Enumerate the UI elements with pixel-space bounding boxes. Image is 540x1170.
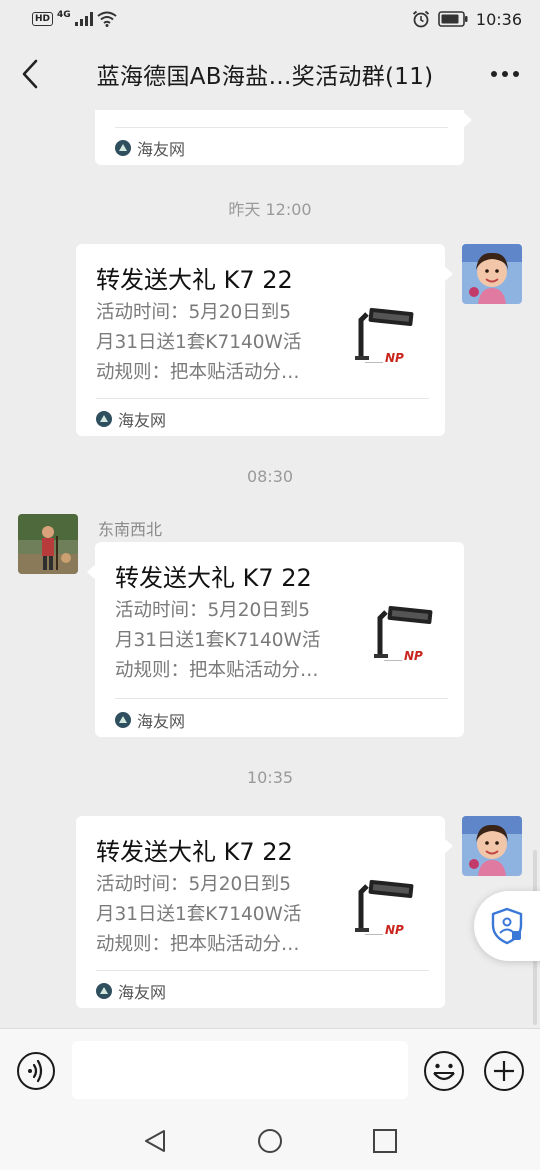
card-divider — [96, 970, 429, 971]
card-divider — [96, 398, 429, 399]
link-card[interactable]: 转发送大礼 K7 22 活动时间：5月20日到5 月31日送1套K7140W活 … — [76, 816, 453, 1008]
nav-home-button[interactable] — [255, 1126, 285, 1156]
card-title: 转发送大礼 K7 22 — [96, 266, 293, 294]
chat-title: 蓝海德国AB海盐…奖活动群(11) — [96, 64, 434, 90]
message-input[interactable] — [72, 1041, 408, 1099]
girl-portrait-image — [462, 244, 522, 304]
source-logo-icon — [115, 140, 131, 156]
message-list[interactable]: 海友网 昨天 12:00 转发送大礼 K7 22 活动时间：5月20日到5 月3… — [0, 110, 540, 1028]
source-logo-icon — [96, 983, 112, 999]
nav-back-button[interactable] — [140, 1126, 170, 1156]
card-desc-line: 月31日送1套K7140W活 — [96, 904, 302, 925]
link-card[interactable]: 转发送大礼 K7 22 活动时间：5月20日到5 月31日送1套K7140W活 … — [76, 244, 453, 436]
hd-badge: HD — [32, 12, 54, 26]
avatar-self[interactable] — [462, 816, 522, 876]
nav-recents-button[interactable] — [370, 1126, 400, 1156]
aquarium-light-image: NP — [374, 605, 433, 663]
security-float-button[interactable] — [474, 891, 540, 961]
card-source: 海友网 — [96, 979, 166, 1003]
girl-portrait-image — [462, 816, 522, 876]
card-desc-line: 动规则：把本贴活动分… — [96, 934, 300, 955]
card-description: 活动时间：5月20日到5 月31日送1套K7140W活 动规则：把本贴活动分… — [96, 870, 328, 960]
card-source-label: 海友网 — [137, 140, 186, 159]
more-dots-icon — [491, 71, 519, 77]
triangle-back-icon — [145, 1130, 165, 1152]
status-left: HD 4G — [32, 10, 117, 27]
more-button[interactable] — [470, 38, 540, 110]
source-logo-icon — [96, 411, 112, 427]
card-description: 活动时间：5月20日到5 月31日送1套K7140W活 动规则：把本贴活动分… — [115, 596, 347, 686]
card-desc-line: 动规则：把本贴活动分… — [115, 660, 319, 681]
network-label: 4G — [57, 10, 71, 20]
aquarium-light-image: NP — [355, 307, 414, 365]
card-desc-line: 动规则：把本贴活动分… — [96, 362, 300, 383]
link-card[interactable]: 转发送大礼 K7 22 活动时间：5月20日到5 月31日送1套K7140W活 … — [87, 542, 464, 737]
square-recents-icon — [373, 1129, 397, 1153]
card-title: 转发送大礼 K7 22 — [96, 838, 293, 866]
timestamp: 08:30 — [246, 467, 294, 486]
alarm-icon — [412, 10, 429, 28]
signal-icon — [74, 12, 93, 26]
avatar-self[interactable] — [462, 244, 522, 304]
card-thumbnail: NP — [370, 604, 442, 676]
status-right: 10:36 — [412, 10, 522, 29]
card-source-label: 海友网 — [137, 712, 186, 731]
svg-text:NP: NP — [385, 923, 404, 937]
card-desc-line: 月31日送1套K7140W活 — [115, 630, 321, 651]
battery-icon — [438, 11, 468, 27]
card-divider — [115, 127, 448, 128]
timestamp: 10:35 — [246, 768, 294, 787]
card-divider — [115, 698, 448, 699]
card-description: 活动时间：5月20日到5 月31日送1套K7140W活 动规则：把本贴活动分… — [96, 298, 328, 388]
card-source: 海友网 — [115, 136, 185, 160]
chat-header: 蓝海德国AB海盐…奖活动群(11) — [0, 38, 540, 110]
system-nav-bar — [0, 1112, 540, 1170]
card-source: 海友网 — [96, 407, 166, 431]
plus-icon — [484, 1051, 524, 1091]
card-thumbnail: NP — [351, 878, 423, 950]
shield-icon — [491, 907, 523, 945]
aquarium-light-image: NP — [355, 879, 414, 937]
voice-button[interactable] — [16, 1051, 56, 1091]
voice-icon — [17, 1052, 55, 1090]
card-desc-line: 月31日送1套K7140W活 — [96, 332, 302, 353]
avatar-other[interactable] — [18, 514, 78, 574]
card-thumbnail: NP — [351, 306, 423, 378]
status-bar: HD 4G 10:36 — [0, 0, 540, 38]
hiker-photo-image — [18, 514, 78, 574]
svg-text:NP: NP — [385, 351, 404, 365]
source-logo-icon — [115, 712, 131, 728]
emoji-button[interactable] — [423, 1050, 465, 1092]
circle-home-icon — [258, 1129, 282, 1153]
card-source: 海友网 — [115, 708, 185, 732]
plus-button[interactable] — [483, 1050, 525, 1092]
svg-text:NP: NP — [404, 649, 423, 663]
card-desc-line: 活动时间：5月20日到5 — [115, 600, 311, 621]
chevron-left-icon — [22, 59, 38, 89]
card-desc-line: 活动时间：5月20日到5 — [96, 302, 292, 323]
clock: 10:36 — [475, 9, 522, 29]
card-source-label: 海友网 — [118, 983, 167, 1002]
sender-name: 东南西北 — [98, 520, 163, 539]
back-button[interactable] — [0, 38, 60, 110]
card-source-label: 海友网 — [118, 411, 167, 430]
wifi-icon — [97, 11, 117, 27]
emoji-icon — [424, 1051, 464, 1091]
link-card-partial[interactable]: 海友网 — [95, 110, 472, 165]
card-title: 转发送大礼 K7 22 — [115, 564, 312, 592]
timestamp: 昨天 12:00 — [228, 200, 312, 219]
card-desc-line: 活动时间：5月20日到5 — [96, 874, 292, 895]
input-bar — [0, 1028, 540, 1112]
